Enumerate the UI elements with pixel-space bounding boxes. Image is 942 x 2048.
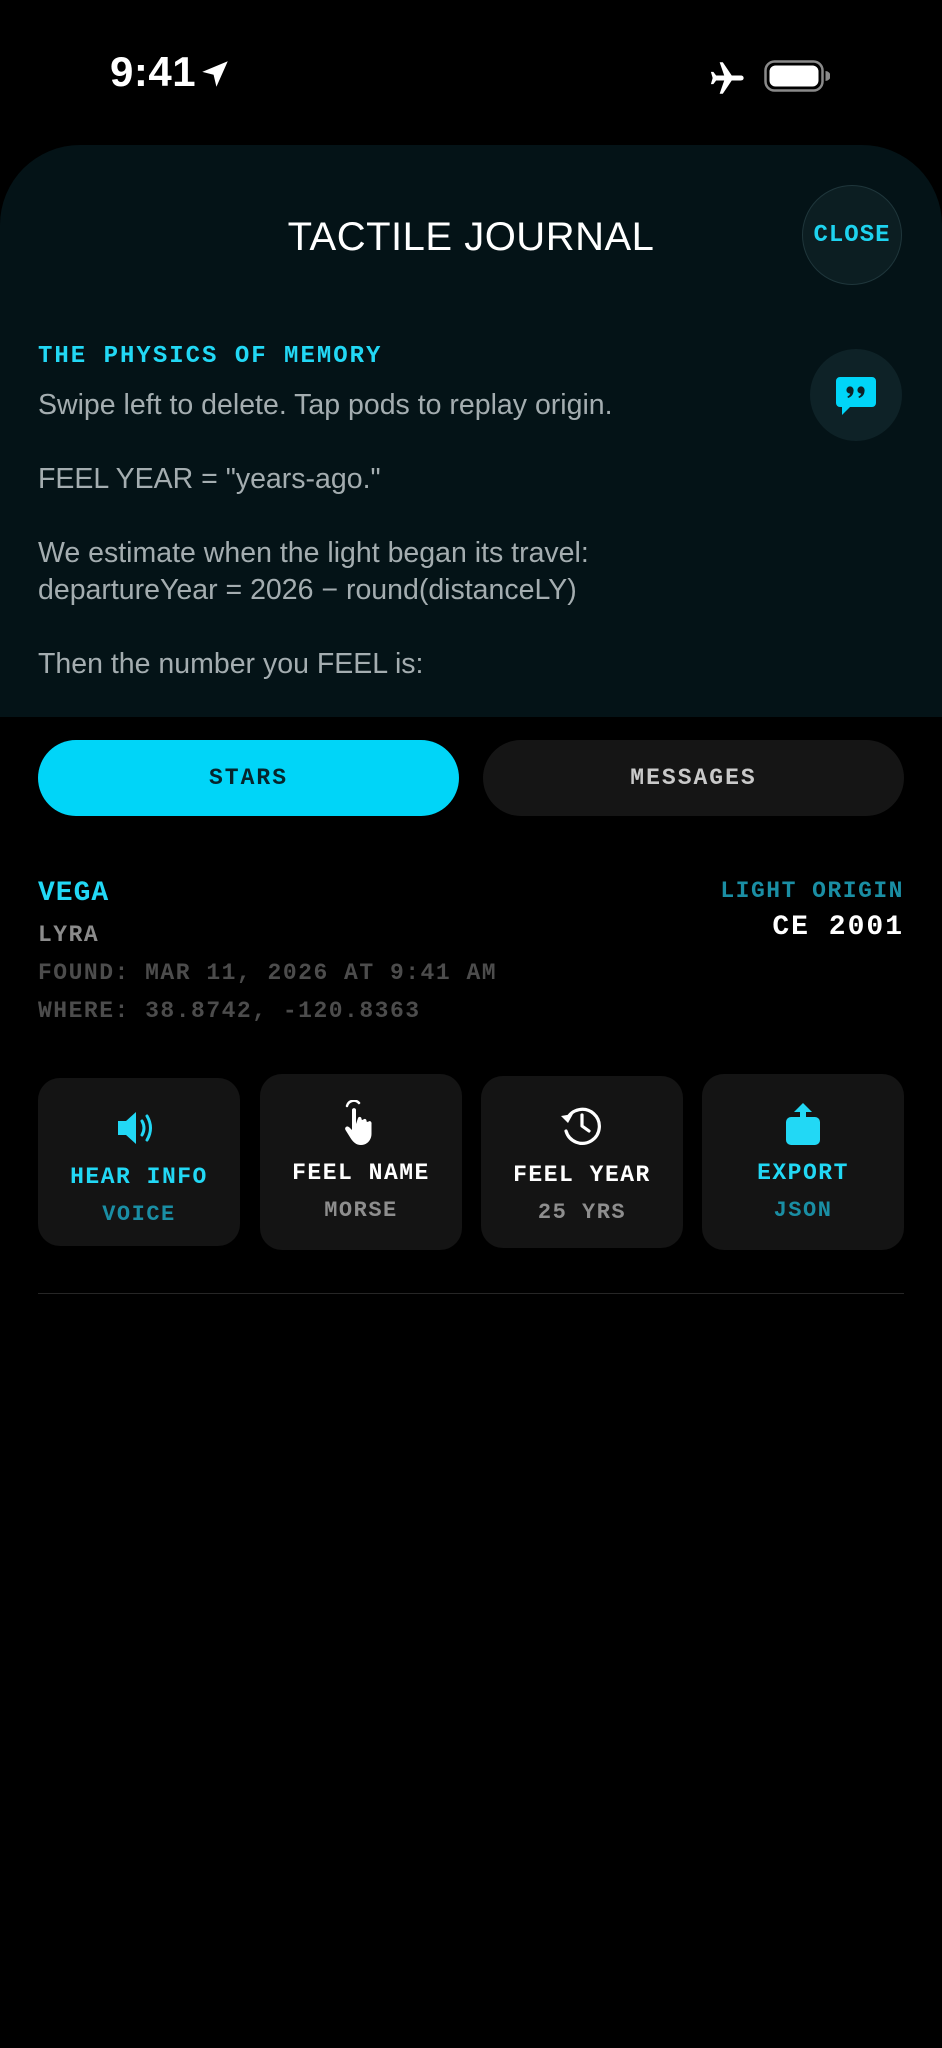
segment-tabs: STARS MESSAGES bbox=[38, 740, 904, 816]
feel-name-pod[interactable]: FEEL NAME MORSE bbox=[260, 1074, 462, 1250]
body-line: We estimate when the light began its tra… bbox=[38, 537, 589, 569]
speaker-icon bbox=[115, 1104, 163, 1152]
found-timestamp: FOUND: MAR 11, 2026 AT 9:41 AM bbox=[38, 960, 498, 986]
explanation-text: Swipe left to delete. Tap pods to replay… bbox=[38, 387, 798, 683]
share-upload-icon bbox=[779, 1100, 827, 1148]
constellation-name: LYRA bbox=[38, 922, 100, 948]
hear-info-pod[interactable]: HEAR INFO VOICE bbox=[38, 1078, 240, 1246]
pod-subtitle: MORSE bbox=[324, 1198, 398, 1223]
pod-title: HEAR INFO bbox=[70, 1164, 208, 1190]
light-origin-value: CE 2001 bbox=[772, 912, 904, 943]
status-time: 9:41 bbox=[110, 48, 197, 95]
body-line: Then the number you FEEL is: bbox=[38, 648, 424, 680]
location-coordinates: WHERE: 38.8742, -120.8363 bbox=[38, 998, 421, 1024]
journal-sheet: TACTILE JOURNAL CLOSE THE PHYSICS OF MEM… bbox=[0, 145, 942, 717]
tab-stars[interactable]: STARS bbox=[38, 740, 459, 816]
body-line: Swipe left to delete. Tap pods to replay… bbox=[38, 389, 613, 421]
export-pod[interactable]: EXPORT JSON bbox=[702, 1074, 904, 1250]
status-bar: 9:41 bbox=[0, 0, 942, 145]
pod-title: FEEL NAME bbox=[292, 1160, 430, 1186]
divider bbox=[38, 1293, 904, 1294]
speech-bubble-quote-icon bbox=[836, 377, 876, 415]
light-origin-label: LIGHT ORIGIN bbox=[720, 878, 904, 904]
star-name: VEGA bbox=[38, 878, 110, 909]
pod-subtitle: VOICE bbox=[102, 1202, 176, 1227]
quote-button[interactable] bbox=[810, 349, 902, 441]
hand-tap-icon bbox=[337, 1100, 385, 1148]
tab-messages[interactable]: MESSAGES bbox=[483, 740, 904, 816]
pod-title: FEEL YEAR bbox=[513, 1162, 651, 1188]
body-line: FEEL YEAR = "years-ago." bbox=[38, 463, 381, 495]
body-line: departureYear = 2026 − round(distanceLY) bbox=[38, 574, 577, 606]
battery-icon bbox=[764, 60, 830, 92]
airplane-mode-icon bbox=[710, 62, 744, 94]
pod-subtitle: 25 YRS bbox=[537, 1200, 627, 1225]
pod-subtitle: JSON bbox=[773, 1198, 833, 1223]
sheet-title: TACTILE JOURNAL bbox=[287, 215, 655, 259]
pod-title: EXPORT bbox=[757, 1160, 849, 1186]
section-heading: THE PHYSICS OF MEMORY bbox=[38, 343, 383, 370]
close-button[interactable]: CLOSE bbox=[802, 185, 902, 285]
history-clock-icon bbox=[558, 1102, 606, 1150]
feel-year-pod[interactable]: FEEL YEAR 25 YRS bbox=[481, 1076, 683, 1248]
location-arrow-icon bbox=[202, 61, 228, 87]
